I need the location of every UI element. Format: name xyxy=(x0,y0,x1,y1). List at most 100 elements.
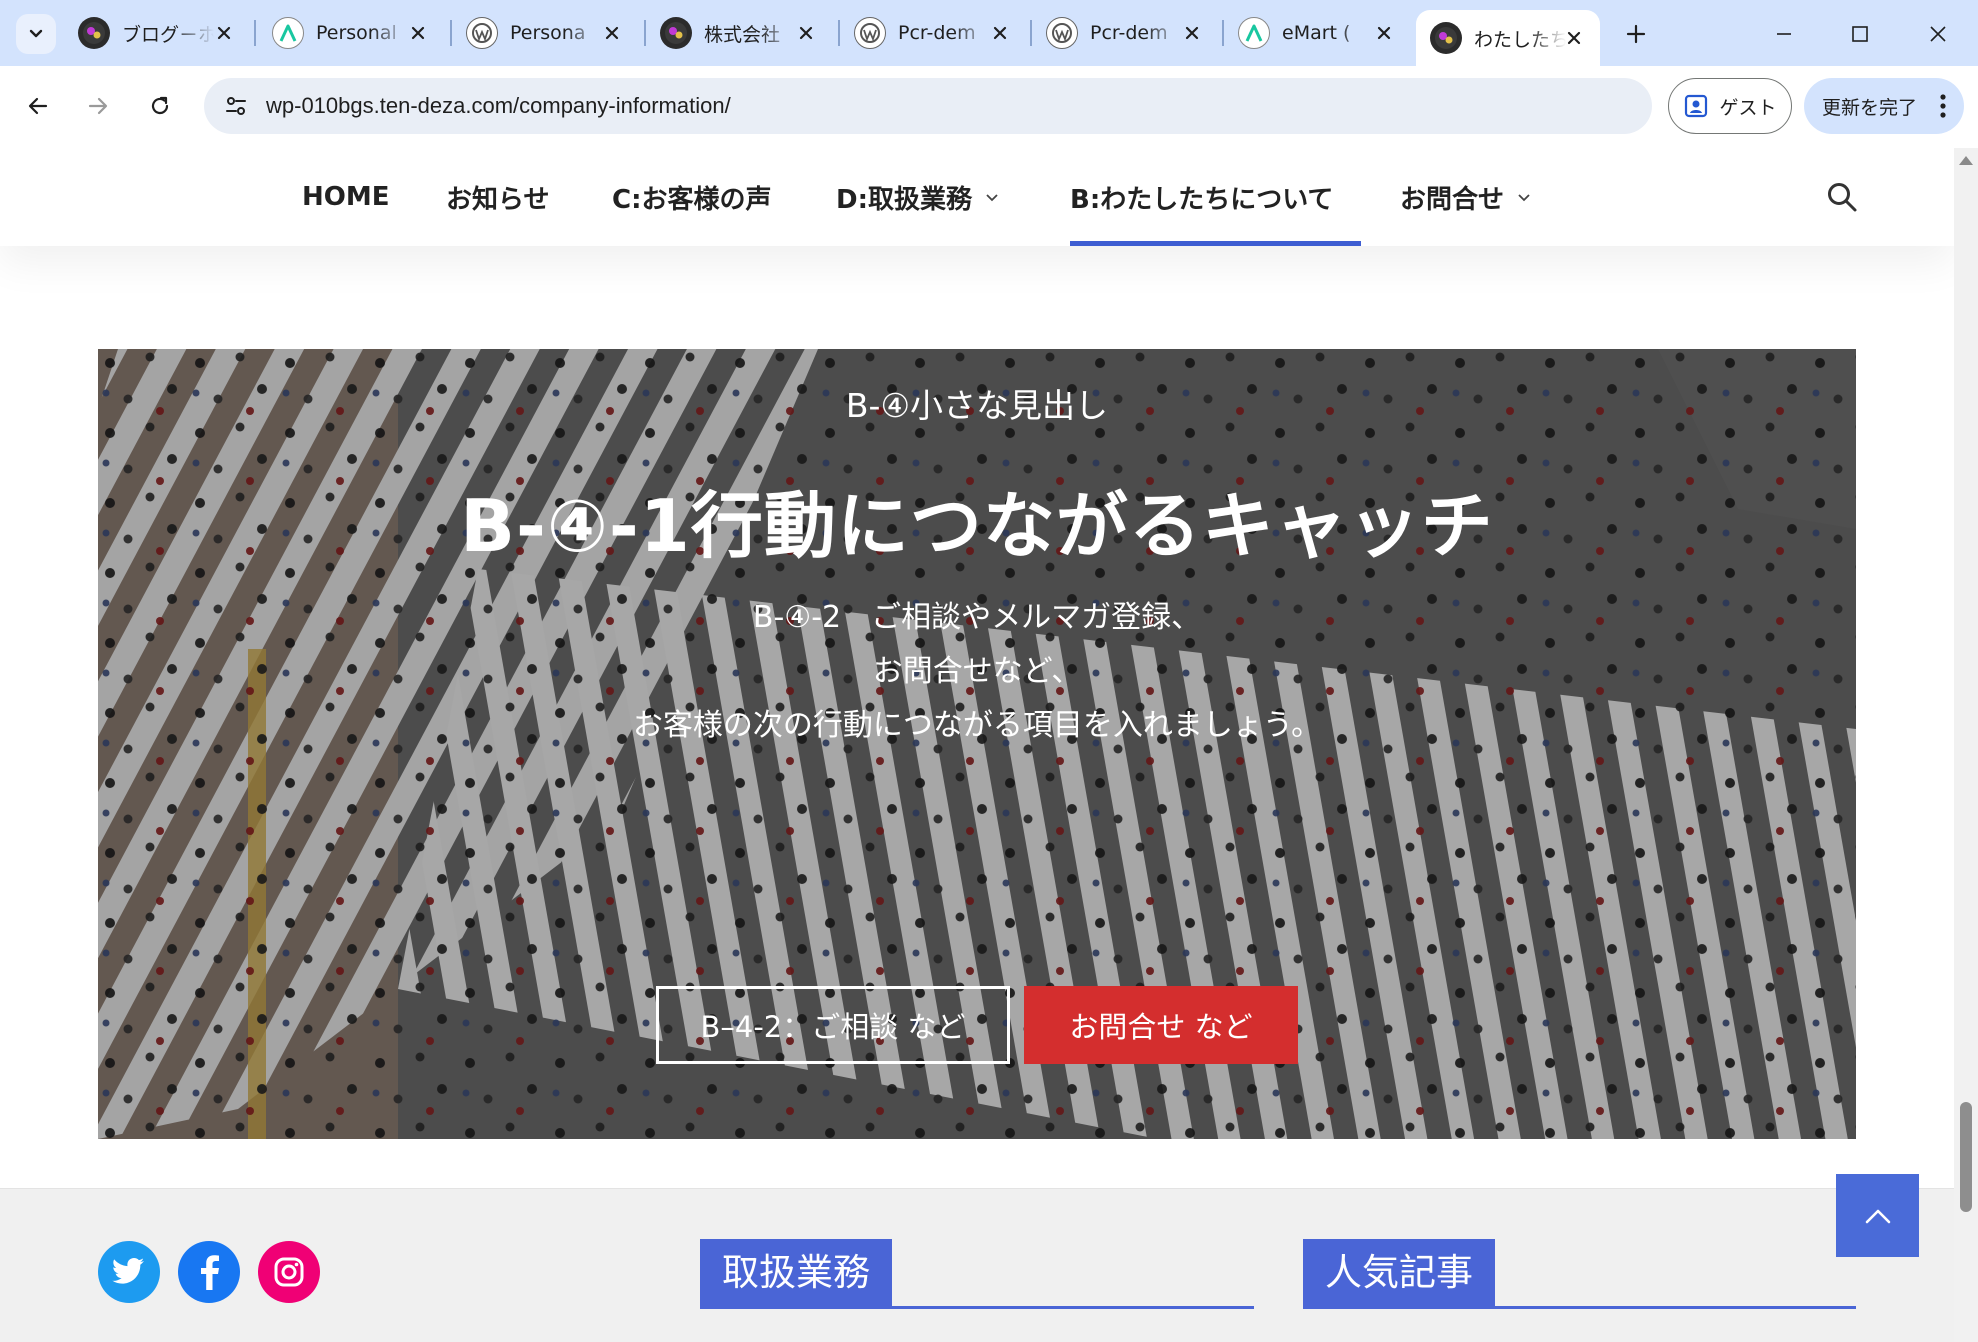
close-icon[interactable] xyxy=(1370,19,1398,47)
wordpress-icon xyxy=(1046,17,1078,49)
arrow-right-icon xyxy=(88,97,108,115)
web-page: HOME お知らせ C:お客様の声 D:取扱業務 B:わたしたちについて お問合… xyxy=(0,148,1954,1342)
search-icon xyxy=(1828,183,1857,212)
widget-title-label: 人気記事 xyxy=(1303,1239,1495,1306)
dark-logo-icon xyxy=(660,17,692,49)
tab-separator xyxy=(254,20,256,46)
update-button[interactable]: 更新を完了 xyxy=(1804,78,1964,134)
close-icon[interactable] xyxy=(1178,19,1206,47)
browser-tab[interactable]: 株式会社 xyxy=(646,10,832,56)
dark-logo-icon xyxy=(78,17,110,49)
chevron-down-icon xyxy=(984,189,1000,205)
hero-small-heading: B-④小さな見出し xyxy=(845,386,1109,425)
arrow-left-icon xyxy=(28,97,48,115)
nav-item-about[interactable]: B:わたしたちについて xyxy=(1070,148,1362,246)
widget-title-services: 取扱業務 xyxy=(700,1239,1254,1309)
hero-description-line: B-④-2 ご相談やメルマガ登録、 xyxy=(752,600,1202,635)
tab-strip: ブログ－ホ Personal Persona 株式会社 Pcr-dem Pcr-… xyxy=(0,0,1978,66)
tab-title: 株式会社 xyxy=(704,23,781,46)
guest-label: ゲスト xyxy=(1719,96,1777,119)
browser-tab[interactable]: ブログ－ホ xyxy=(64,10,250,56)
page-scrollbar[interactable] xyxy=(1954,148,1978,1342)
close-icon xyxy=(1930,26,1946,42)
close-icon[interactable] xyxy=(792,19,820,47)
nav-item-contact[interactable]: お問合せ xyxy=(1400,148,1532,246)
minimize-button[interactable] xyxy=(1764,14,1804,54)
nav-label: B:わたしたちについて xyxy=(1070,184,1334,215)
minimize-icon xyxy=(1777,33,1791,35)
tab-title: ブログ－ホ xyxy=(122,23,214,46)
url-text[interactable]: wp-010bgs.ten-deza.com/company-informati… xyxy=(266,93,731,119)
hero-description: B-④-2 ご相談やメルマガ登録、 お問合せなど、 お客様の次の行動につながる項… xyxy=(98,591,1856,753)
browser-tab[interactable]: eMart ( xyxy=(1224,10,1410,56)
consult-button[interactable]: B–4-2：ご相談 など xyxy=(656,986,1010,1064)
close-icon[interactable] xyxy=(1560,24,1588,52)
instagram-icon[interactable] xyxy=(258,1241,320,1303)
tab-title: Pcr-dem xyxy=(1090,22,1168,44)
browser-tab[interactable]: Persona xyxy=(452,10,638,56)
widget-title-label: 取扱業務 xyxy=(700,1239,892,1306)
site-footer: 取扱業務 人気記事 xyxy=(0,1188,1954,1342)
reload-icon xyxy=(151,96,169,115)
scrollbar-thumb[interactable] xyxy=(1960,1102,1972,1212)
back-to-top-button[interactable] xyxy=(1836,1174,1919,1257)
tab-title: Personal xyxy=(316,22,397,44)
new-tab-button[interactable] xyxy=(1616,14,1656,54)
forward-button[interactable] xyxy=(78,86,118,126)
browser-toolbar: wp-010bgs.ten-deza.com/company-informati… xyxy=(0,66,1978,148)
twitter-icon[interactable] xyxy=(98,1241,160,1303)
browser-tab[interactable]: Personal xyxy=(258,10,444,56)
nav-label: お問合せ xyxy=(1400,184,1505,215)
nav-label: C:お客様の声 xyxy=(612,184,772,215)
hero-description-line: お問合せなど、 xyxy=(872,654,1082,689)
contact-button[interactable]: お問合せ など xyxy=(1024,986,1298,1064)
close-icon[interactable] xyxy=(210,19,238,47)
tab-title: Pcr-dem xyxy=(898,22,976,44)
plus-icon xyxy=(1626,24,1646,44)
kebab-menu-icon[interactable] xyxy=(1936,92,1950,120)
nav-item-news[interactable]: お知らせ xyxy=(446,148,549,246)
chevron-down-icon xyxy=(1516,189,1532,205)
window-close-button[interactable] xyxy=(1918,14,1958,54)
green-a-icon xyxy=(1238,17,1270,49)
nav-label: D:取扱業務 xyxy=(836,184,972,215)
chevron-up-icon xyxy=(1865,1209,1890,1223)
nav-item-services[interactable]: D:取扱業務 xyxy=(836,148,1000,246)
reload-button[interactable] xyxy=(140,86,180,126)
wordpress-icon xyxy=(854,17,886,49)
tab-title: eMart ( xyxy=(1282,22,1351,44)
chevron-down-icon xyxy=(29,29,43,38)
dark-logo-icon xyxy=(1430,22,1462,54)
site-header: HOME お知らせ C:お客様の声 D:取扱業務 B:わたしたちについて お問合… xyxy=(0,148,1954,246)
browser-tab[interactable]: Pcr-dem xyxy=(840,10,1026,56)
nav-label: HOME xyxy=(302,182,390,212)
nav-item-voices[interactable]: C:お客様の声 xyxy=(612,148,771,246)
green-a-icon xyxy=(272,17,304,49)
maximize-icon xyxy=(1852,26,1868,42)
hero-banner: B-④小さな見出し B-④-1行動につながるキャッチ B-④-2 ご相談やメルマ… xyxy=(98,349,1856,1139)
back-button[interactable] xyxy=(18,86,58,126)
scroll-up-arrow-icon[interactable] xyxy=(1959,156,1973,165)
update-label: 更新を完了 xyxy=(1822,96,1918,119)
nav-item-home[interactable]: HOME xyxy=(302,148,390,246)
nav-label: お知らせ xyxy=(446,184,550,215)
profile-guest-button[interactable]: ゲスト xyxy=(1668,78,1792,134)
address-bar[interactable]: wp-010bgs.ten-deza.com/company-informati… xyxy=(204,78,1652,134)
site-search-button[interactable] xyxy=(1822,177,1862,217)
tab-title: Persona xyxy=(510,22,586,44)
close-icon[interactable] xyxy=(404,19,432,47)
close-icon[interactable] xyxy=(986,19,1014,47)
facebook-icon[interactable] xyxy=(178,1241,240,1303)
browser-tab-active[interactable]: わたしたち xyxy=(1416,10,1600,66)
maximize-button[interactable] xyxy=(1840,14,1880,54)
browser-tab[interactable]: Pcr-dem xyxy=(1032,10,1218,56)
widget-title-popular: 人気記事 xyxy=(1303,1239,1856,1309)
tab-search-button[interactable] xyxy=(16,14,56,54)
hero-catch-headline: B-④-1行動につながるキャッチ xyxy=(460,484,1494,568)
wordpress-icon xyxy=(466,17,498,49)
hero-description-line: お客様の次の行動につながる項目を入れましょう。 xyxy=(632,708,1322,743)
tab-title: わたしたち xyxy=(1474,28,1566,51)
person-icon xyxy=(1685,94,1708,118)
close-icon[interactable] xyxy=(598,19,626,47)
site-settings-icon[interactable] xyxy=(220,90,252,122)
